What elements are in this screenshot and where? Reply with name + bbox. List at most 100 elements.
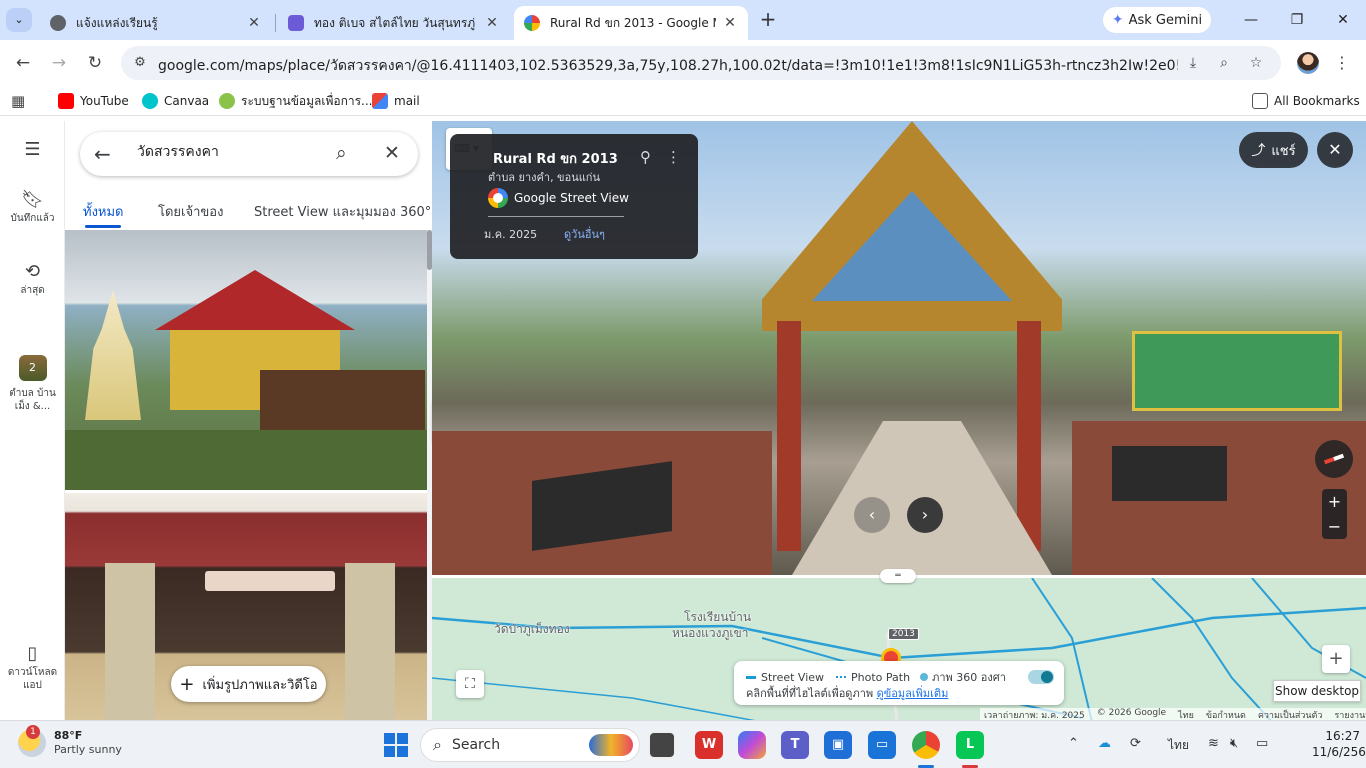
start-button[interactable] (384, 733, 408, 757)
task-view-icon[interactable] (648, 731, 676, 759)
battery-icon[interactable]: ▭ (1256, 736, 1268, 751)
recent-place-button[interactable]: 2 ตำบล บ้านเม็ง &... (0, 355, 65, 413)
address-bar[interactable]: ⚙ google.com/maps/place/วัดสวรรคงคา/@16.… (121, 46, 1281, 80)
restore-button[interactable]: ❐ (1277, 8, 1317, 32)
show-hidden-icons-icon[interactable]: ⌃ (1068, 736, 1079, 751)
weather-condition: Partly sunny (54, 743, 122, 756)
share-label: แชร์ (1271, 143, 1296, 159)
map-resize-handle[interactable]: ═ (880, 569, 916, 583)
tab-search-button[interactable]: ⌄ (6, 8, 32, 32)
wps-office-icon[interactable]: W (695, 731, 723, 759)
street-view-zoom-controls[interactable]: + − (1322, 489, 1347, 539)
search-input[interactable] (137, 144, 317, 160)
zoom-in-icon[interactable]: + (1322, 489, 1347, 514)
search-box[interactable]: ← ⌕ ✕ (80, 132, 418, 176)
ask-gemini-button[interactable]: ✦ Ask Gemini (1103, 7, 1211, 33)
browser-tab[interactable]: แจ้งแหล่งเรียนรู้ ✕ (40, 6, 272, 40)
saved-button[interactable]: 🔖︎ บันทึกแล้ว (0, 191, 65, 225)
browser-tab[interactable]: ทอง ติเบจ สไตล์ไทย วันสุนทรภู่ ข่าวบ ✕ (278, 6, 510, 40)
taskbar-search-box[interactable]: ⌕ Search (420, 728, 640, 762)
forward-button[interactable]: → (46, 50, 72, 76)
temple-roof-shape (155, 270, 355, 330)
back-button[interactable]: ← (10, 50, 36, 76)
compass-button[interactable] (1315, 440, 1353, 478)
partly-sunny-icon: 1 (18, 725, 46, 757)
bookmark-youtube[interactable]: YouTube (58, 92, 129, 110)
teams-icon[interactable]: T (781, 731, 809, 759)
all-bookmarks-button[interactable]: All Bookmarks (1252, 92, 1360, 110)
all-bookmarks-label: All Bookmarks (1274, 94, 1360, 108)
bookmark-database[interactable]: ระบบฐานข้อมูลเพื่อการ... (219, 92, 372, 110)
browser-tab-active[interactable]: Rural Rd ขก 2013 - Google Maps ✕ (514, 6, 748, 40)
search-icon[interactable]: ⌕ (336, 142, 347, 164)
minimize-button[interactable]: — (1231, 8, 1271, 32)
url-text[interactable]: google.com/maps/place/วัดสวรรคงคา/@16.41… (158, 55, 1178, 77)
see-more-dates-link[interactable]: ดูวันอื่นๆ (564, 225, 605, 243)
recent-button[interactable]: ⟲ ล่าสุด (0, 263, 65, 297)
apps-grid-icon[interactable]: ▦ (11, 92, 25, 110)
profile-avatar[interactable] (1297, 52, 1319, 74)
system-clock[interactable]: 16:27 11/6/2569 (1312, 728, 1366, 760)
close-tab-icon[interactable]: ✕ (246, 15, 262, 31)
tab-street-view-360[interactable]: Street View และมุมมอง 360° (254, 201, 431, 222)
reload-button[interactable]: ↻ (82, 50, 108, 76)
volume-muted-icon[interactable]: 🔇︎ (1230, 736, 1238, 751)
tab-all[interactable]: ทั้งหมด (83, 201, 124, 222)
footer-report[interactable]: รายงานปัญหา (1334, 708, 1366, 721)
input-language[interactable]: ไทย (1168, 736, 1189, 755)
install-app-icon[interactable]: ⤓ (1184, 54, 1202, 72)
new-tab-button[interactable]: + (756, 8, 780, 32)
back-arrow-icon[interactable]: ← (94, 142, 111, 166)
bookmark-canva[interactable]: Canvaa (142, 92, 209, 110)
bookmark-star-icon[interactable]: ☆ (1247, 54, 1265, 72)
whiteboard-icon[interactable]: ▭ (868, 731, 896, 759)
add-photos-videos-button[interactable]: + เพิ่มรูปภาพและวิดีโอ (171, 666, 326, 702)
temple-photo[interactable] (65, 230, 427, 490)
onedrive-icon[interactable]: ☁ (1098, 736, 1111, 751)
chrome-menu-icon[interactable]: ⋮ (1334, 53, 1350, 73)
footer-privacy[interactable]: ความเป็นส่วนตัว (1258, 708, 1323, 721)
weather-widget[interactable]: 1 88°F Partly sunny (18, 725, 122, 757)
copilot-icon[interactable] (738, 731, 766, 759)
wifi-icon[interactable]: ≋ (1208, 736, 1219, 751)
clear-search-icon[interactable]: ✕ (384, 142, 400, 164)
map-label-school-2[interactable]: หนองแวงภูเขา (672, 624, 748, 643)
expand-map-button[interactable]: ⛶ (456, 670, 484, 698)
line-app-icon[interactable]: L (956, 731, 984, 759)
stupa-shape (85, 290, 141, 420)
zoom-icon[interactable]: ⌕ (1215, 54, 1233, 72)
microsoft-store-icon[interactable]: ▣ (824, 731, 852, 759)
next-arrow-button[interactable]: › (907, 497, 943, 533)
more-info-link[interactable]: ดูข้อมูลเพิ่มเติม (877, 687, 949, 700)
share-button[interactable]: ⤴ แชร์ (1239, 132, 1308, 168)
footer-terms[interactable]: ข้อกำหนด (1206, 708, 1246, 721)
close-window-button[interactable]: ✕ (1323, 8, 1363, 32)
zoom-out-icon[interactable]: − (1322, 514, 1347, 539)
gemini-sparkle-icon: ✦ (1111, 12, 1124, 28)
site-info-icon[interactable]: ⚙ (131, 54, 149, 72)
footer-language[interactable]: ไทย (1178, 708, 1194, 721)
download-app-button[interactable]: ▯ ดาวน์โหลดแอป (0, 643, 65, 692)
map-zoom-in-button[interactable]: + (1322, 645, 1350, 673)
sync-icon[interactable]: ⟳ (1130, 736, 1141, 751)
search-icon: ⌕ (433, 735, 442, 754)
place-thumbnail: 2 (18, 355, 47, 381)
chrome-icon[interactable] (912, 731, 940, 759)
previous-arrow-button[interactable]: ‹ (854, 497, 890, 533)
bookmark-mail[interactable]: mail (372, 92, 420, 110)
close-tab-icon[interactable]: ✕ (484, 15, 500, 31)
tab-by-owner[interactable]: โดยเจ้าของ (158, 201, 223, 222)
close-tab-icon[interactable]: ✕ (722, 15, 738, 31)
folder-icon (1252, 93, 1268, 109)
download-label: ดาวน์โหลดแอป (7, 667, 58, 691)
location-pin-icon[interactable]: ⚲ (640, 148, 651, 166)
close-street-view-button[interactable]: ✕ (1317, 132, 1353, 168)
more-options-icon[interactable]: ⋮ (666, 148, 681, 166)
tab-strip: ⌄ แจ้งแหล่งเรียนรู้ ✕ ทอง ติเบจ สไตล์ไทย… (0, 0, 1366, 40)
menu-button[interactable]: ☰ (0, 141, 65, 162)
youtube-icon (58, 93, 74, 109)
street-view-layer-toggle[interactable] (1028, 670, 1054, 684)
map-label-temple[interactable]: วัดป่าภูเม็งทอง (494, 620, 570, 639)
phone-icon: ▯ (27, 643, 38, 664)
canva-icon (142, 93, 158, 109)
